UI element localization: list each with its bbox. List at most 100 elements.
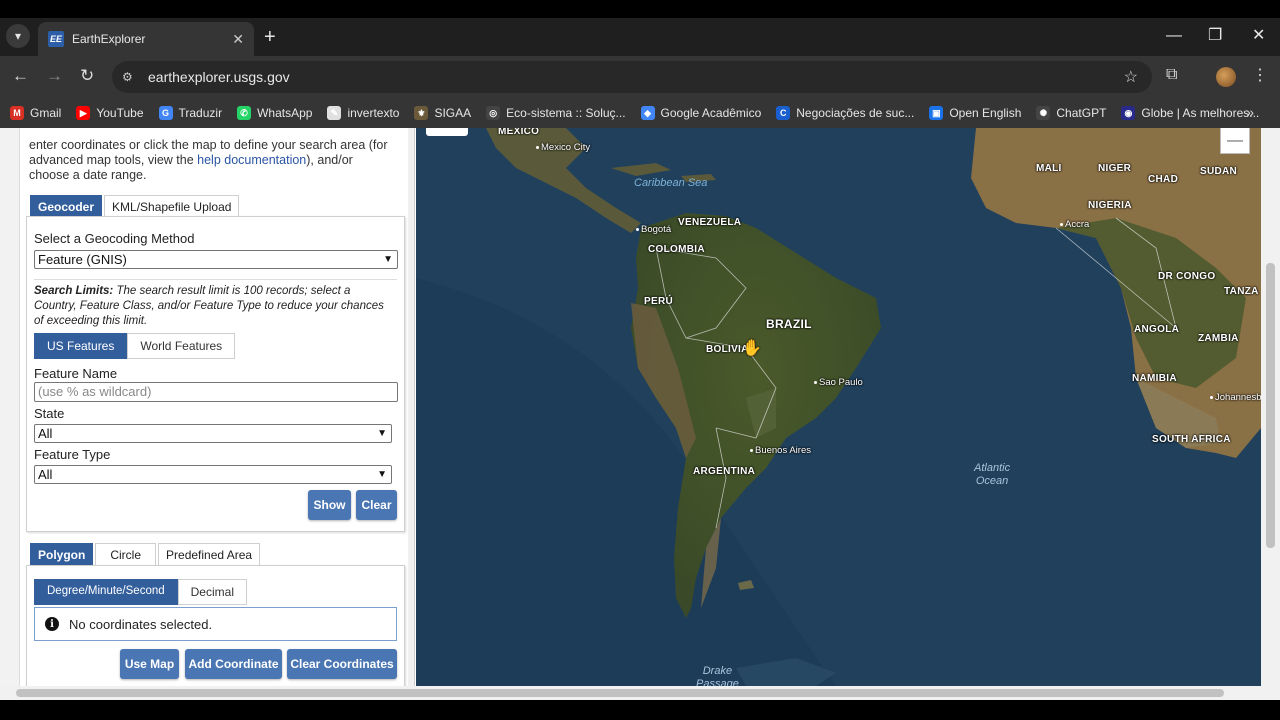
map-label-drake-passage: Drake Passage [696, 665, 739, 686]
state-label: State [34, 406, 65, 421]
feature-name-label: Feature Name [34, 366, 118, 381]
restore-icon[interactable]: ❐ [1208, 26, 1222, 46]
back-icon[interactable]: ← [12, 66, 29, 86]
clear-coordinates-button[interactable]: Clear Coordinates [287, 649, 397, 679]
bookmark-item[interactable]: ◆ Google Acadêmico [640, 106, 762, 120]
tab-earthexplorer[interactable]: EE EarthExplorer ✕ [38, 22, 254, 56]
intro-line-2a: advanced map tools, view the [29, 153, 198, 167]
bookmark-item[interactable]: ✺ ChatGPT [1036, 106, 1106, 120]
screen-top-strip [0, 0, 1280, 18]
geocoding-method-select[interactable]: Feature (GNIS) ▼ [34, 250, 398, 269]
zoom-out-button[interactable]: — [1220, 128, 1250, 154]
tab-geocoder[interactable]: Geocoder [30, 195, 103, 218]
map-city-mexico-city: Mexico City [536, 142, 590, 153]
bookmark-item[interactable]: ▣ Open English [929, 106, 1021, 120]
tab-circle[interactable]: Circle [95, 543, 157, 566]
bookmark-icon: ⚜ [414, 106, 429, 120]
map-imagery [416, 128, 1261, 686]
reload-icon[interactable]: ↻ [80, 66, 94, 86]
search-criteria-panel: enter coordinates or click the map to de… [0, 128, 415, 686]
avatar[interactable] [1216, 67, 1236, 87]
clear-button[interactable]: Clear [356, 490, 397, 520]
bookmark-item[interactable]: M Gmail [10, 106, 61, 120]
bookmark-item[interactable]: ◉ Globe | As melhores... [1121, 106, 1259, 120]
map-city-buenos-aires: Buenos Aires [750, 445, 811, 456]
map-label-venezuela: VENEZUELA [678, 217, 742, 228]
map-toolbar-control[interactable] [426, 128, 468, 136]
no-coordinates-text: No coordinates selected. [69, 616, 213, 632]
close-icon[interactable]: ✕ [232, 31, 244, 48]
bookmark-icon: ◎ [486, 106, 501, 120]
site-info-icon[interactable]: ⚙ [122, 70, 142, 84]
menu-icon[interactable]: ⋮ [1252, 65, 1268, 85]
map-label-angola: ANGOLA [1134, 324, 1180, 335]
tab-decimal[interactable]: Decimal [177, 579, 247, 605]
bookmark-icon: ▣ [929, 106, 944, 120]
map-view[interactable]: — MÉXICO Mexico City Caribbean Sea VENEZ… [416, 128, 1261, 686]
map-label-tanza: TANZA [1224, 286, 1259, 297]
feature-name-input[interactable]: (use % as wildcard) [34, 382, 398, 402]
minimize-icon[interactable]: — [1166, 26, 1182, 46]
horizontal-scrollbar-thumb[interactable] [16, 689, 1224, 697]
address-bar[interactable]: ⚙ earthexplorer.usgs.gov ☆ [112, 61, 1152, 93]
show-button[interactable]: Show [308, 490, 351, 520]
tab-kml-shapefile-upload[interactable]: KML/Shapefile Upload [104, 195, 240, 218]
page-content: enter coordinates or click the map to de… [0, 128, 1280, 686]
hand-cursor-icon: ✋ [742, 340, 762, 357]
map-label-south-africa: SOUTH AFRICA [1152, 434, 1231, 445]
url-text[interactable]: earthexplorer.usgs.gov [148, 69, 290, 85]
chevron-down-icon[interactable]: ▾ [6, 24, 30, 48]
map-label-atlantic-ocean: Atlantic Ocean [974, 462, 1010, 488]
map-label-nigeria: NIGERIA [1088, 200, 1132, 211]
tab-us-features[interactable]: US Features [34, 333, 128, 359]
page-scrollbar-thumb[interactable] [1266, 263, 1275, 548]
map-label-chad: CHAD [1148, 174, 1179, 185]
tab-predefined-area[interactable]: Predefined Area [158, 543, 261, 566]
bookmark-item[interactable]: ✎ invertexto [327, 106, 399, 120]
bookmark-label: WhatsApp [257, 106, 313, 120]
search-limits-title: Search Limits: [34, 285, 114, 297]
tab-world-features[interactable]: World Features [127, 333, 236, 359]
earthexplorer-favicon-icon: EE [48, 31, 64, 47]
map-label-sudan: SUDAN [1200, 166, 1238, 177]
add-coordinate-button[interactable]: Add Coordinate [185, 649, 282, 679]
bookmark-item[interactable]: ▶ YouTube [76, 106, 144, 120]
map-label-brazil: BRAZIL [766, 317, 812, 331]
bookmark-icon: G [158, 106, 173, 120]
state-select[interactable]: All ▼ [34, 424, 392, 443]
bookmark-item[interactable]: C Negociações de suc... [776, 106, 914, 120]
extensions-icon[interactable]: ⧉ [1166, 66, 1177, 84]
more-bookmarks-icon[interactable]: » [1246, 104, 1254, 120]
bookmark-label: Eco-sistema :: Soluç... [506, 106, 626, 120]
map-label-colombia: COLOMBIA [648, 244, 705, 255]
tab-degree-minute-second[interactable]: Degree/Minute/Second [34, 579, 178, 605]
bookmark-item[interactable]: G Traduzir [158, 106, 222, 120]
feature-type-select[interactable]: All ▼ [34, 465, 392, 484]
bookmark-item[interactable]: ◎ Eco-sistema :: Soluç... [486, 106, 626, 120]
divider [34, 279, 397, 280]
map-city-sao-paulo: Sao Paulo [814, 377, 863, 388]
intro-line-3: choose a date range. [29, 168, 147, 182]
browser-window: ▾ EE EarthExplorer ✕ + — ❐ ✕ ← → ↻ ⚙ ear… [0, 0, 1280, 720]
star-icon[interactable]: ☆ [1124, 67, 1138, 87]
map-label-argentina: ARGENTINA [693, 466, 756, 477]
bookmark-icon: ◉ [1121, 106, 1136, 120]
use-map-button[interactable]: Use Map [120, 649, 179, 679]
bookmark-label: Google Acadêmico [660, 106, 762, 120]
horizontal-scrollbar[interactable] [0, 686, 1280, 700]
bookmark-item[interactable]: ⚜ SIGAA [414, 106, 471, 120]
page-scrollbar[interactable] [1261, 128, 1280, 686]
intro-line-1: enter coordinates or click the map to de… [29, 138, 388, 152]
bookmark-icon: ✎ [327, 106, 342, 120]
window-close-icon[interactable]: ✕ [1252, 26, 1265, 46]
map-label-peru: PERÚ [644, 296, 673, 307]
panel-scrollbar[interactable] [408, 128, 414, 686]
new-tab-icon[interactable]: + [264, 26, 276, 48]
map-label-drake: Drake [702, 665, 733, 677]
area-tabs: Polygon Circle Predefined Area [30, 543, 262, 566]
bookmark-item[interactable]: ✆ WhatsApp [237, 106, 312, 120]
tab-polygon[interactable]: Polygon [30, 543, 94, 566]
forward-icon[interactable]: → [46, 66, 63, 86]
help-documentation-link[interactable]: help documentation [197, 153, 306, 167]
bookmark-label: Negociações de suc... [796, 106, 915, 120]
